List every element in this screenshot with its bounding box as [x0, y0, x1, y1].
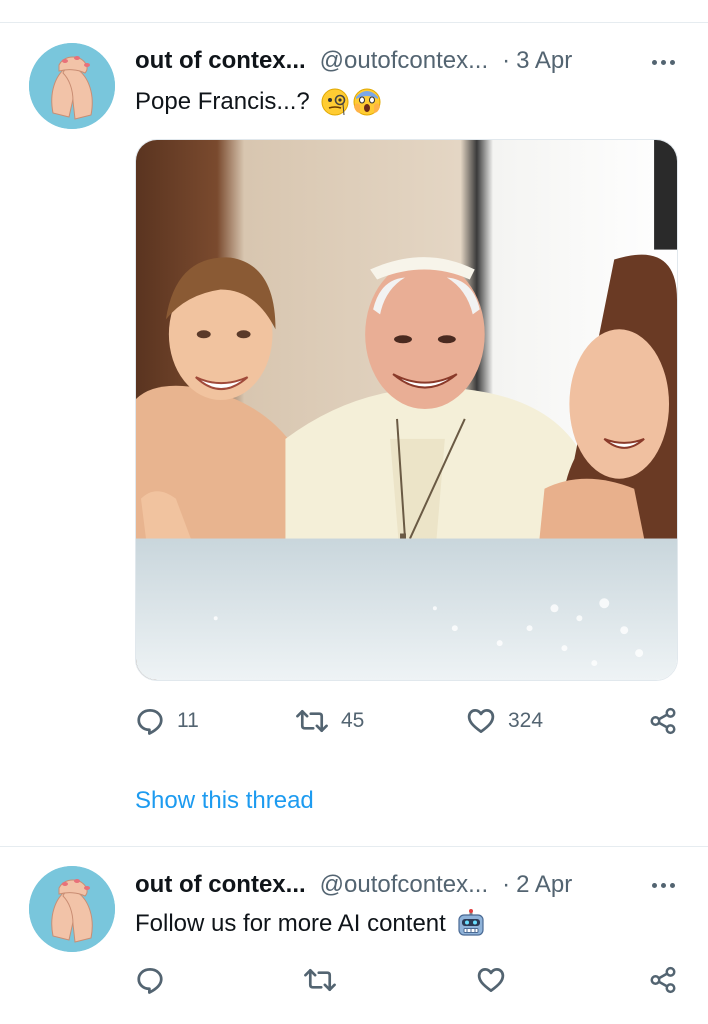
timestamp[interactable]: 3 Apr — [516, 47, 572, 75]
tweet-media-photo[interactable] — [135, 139, 678, 681]
timestamp[interactable]: 2 Apr — [516, 871, 572, 899]
share-icon — [650, 707, 676, 735]
retweet-icon — [304, 968, 336, 992]
face-with-monocle-emoji — [320, 87, 350, 117]
retweet-icon — [296, 709, 328, 733]
tweet-text: Pope Francis...? — [135, 86, 382, 118]
like-icon — [467, 709, 495, 733]
reply-count: 11 — [177, 709, 199, 732]
tweet-header: out of contex... @outofcontex... · 3 Apr — [135, 45, 572, 77]
share-icon — [650, 966, 676, 994]
like-button[interactable] — [476, 964, 506, 996]
tweet-text-content: Pope Francis...? — [135, 88, 310, 115]
avatar[interactable] — [29, 43, 115, 129]
reply-icon — [137, 968, 163, 994]
more-options-icon[interactable] — [648, 878, 678, 892]
show-thread-link[interactable]: Show this thread — [135, 787, 314, 815]
reply-icon — [137, 709, 163, 735]
share-button[interactable] — [648, 705, 678, 737]
handle[interactable]: @outofcontex... — [320, 47, 488, 75]
like-icon — [477, 968, 505, 992]
robot-emoji — [456, 909, 486, 939]
tweet-1[interactable]: out of contex... @outofcontex... · 3 Apr… — [0, 0, 708, 845]
avatar[interactable] — [29, 866, 115, 952]
more-options-icon[interactable] — [648, 55, 678, 69]
retweet-count: 45 — [341, 709, 365, 732]
display-name[interactable]: out of contex... — [135, 871, 306, 899]
tweet-text-content: Follow us for more AI content — [135, 910, 446, 937]
retweet-button[interactable] — [303, 964, 337, 996]
share-button[interactable] — [648, 964, 678, 996]
face-screaming-in-fear-emoji — [352, 87, 382, 117]
tweet-text: Follow us for more AI content — [135, 907, 486, 941]
like-count: 324 — [508, 709, 544, 732]
separator-dot: · — [502, 47, 511, 74]
separator-dot: · — [502, 871, 511, 898]
tweet-2[interactable]: out of contex... @outofcontex... · 2 Apr… — [0, 847, 708, 1024]
like-button[interactable]: 324 — [466, 705, 543, 737]
reply-button[interactable] — [135, 964, 165, 996]
retweet-button[interactable]: 45 — [295, 705, 364, 737]
display-name[interactable]: out of contex... — [135, 47, 306, 75]
tweet-header: out of contex... @outofcontex... · 2 Apr — [135, 869, 572, 901]
reply-button[interactable]: 11 — [135, 705, 199, 737]
handle[interactable]: @outofcontex... — [320, 871, 488, 899]
